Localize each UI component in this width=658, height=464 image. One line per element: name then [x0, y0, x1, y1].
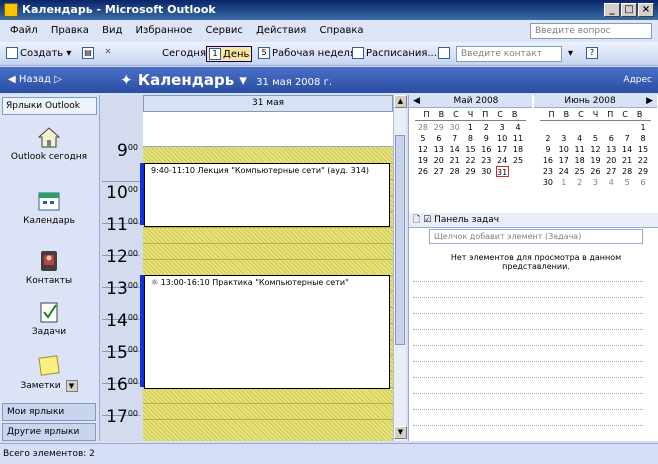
back-button[interactable]: ◀ Назад ▷: [8, 67, 62, 93]
weekday-row: ПВСЧПСВ: [540, 109, 651, 121]
day-column-header[interactable]: 31 мая: [143, 95, 393, 112]
contact-dropdown[interactable]: ▾: [566, 46, 575, 62]
minimize-button[interactable]: _: [604, 3, 620, 17]
calendar-week[interactable]: 5 6 7 8 9 10 11: [409, 133, 532, 144]
new-task-input[interactable]: Щелчок добавит элемент (Задача): [429, 229, 643, 244]
tasks-icon: [40, 302, 58, 323]
delete-icon: ✕: [104, 47, 112, 56]
day-icon: 1: [209, 48, 221, 60]
menu-help[interactable]: Справка: [319, 20, 363, 42]
delete-button[interactable]: ✕: [100, 46, 118, 62]
prev-month-icon[interactable]: ◀: [409, 95, 420, 108]
calendar-week[interactable]: 1: [534, 122, 657, 133]
appointment-practice[interactable]: ☼ 13:00-16:10 Практика "Компьютерные сет…: [140, 275, 390, 389]
mini-calendar-june: Июнь 2008 ▶ ПВСЧПСВ 1 2345678 9 10 11 12 13 14…: [534, 95, 657, 210]
busy-bar: [140, 163, 144, 225]
calendar-week[interactable]: 23 24 25 26 27 28 29: [534, 166, 657, 177]
mini-calendar-may: ◀ Май 2008 ПВСЧПСВ 28 29 30 1 2 3 4 5 6 7 8 9 10 11 1…: [409, 95, 532, 210]
print-button[interactable]: ▤: [80, 46, 98, 62]
calendar-week[interactable]: 19 20 21 22 23 24 25: [409, 155, 532, 166]
weekday-row: ПВСЧПСВ: [415, 109, 526, 121]
shortcut-notes[interactable]: Заметки ▼: [2, 353, 96, 392]
contacts-icon: [41, 251, 57, 271]
maximize-button[interactable]: □: [621, 3, 637, 17]
shortcut-contacts[interactable]: Контакты: [2, 249, 96, 286]
menu-favorites[interactable]: Избранное: [136, 20, 193, 42]
calendar-icon: [38, 192, 60, 211]
new-button[interactable]: Создать ▾: [4, 46, 73, 62]
busy-bar: [140, 275, 144, 387]
workweek-icon: 5: [258, 47, 270, 59]
next-month-icon[interactable]: ▶: [646, 95, 657, 108]
selected-day: 31: [495, 166, 509, 177]
month-name: Май 2008: [453, 96, 499, 106]
home-icon: [37, 127, 61, 148]
menu-bar: Файл Правка Вид Избранное Сервис Действи…: [0, 20, 658, 42]
toolbar: Создать ▾ ▤ ✕ Сегодня 1 День 5 Рабочая нед…: [0, 42, 658, 66]
calendar-week[interactable]: 12 13 14 15 16 17 18: [409, 144, 532, 155]
address-book-icon: [438, 47, 450, 59]
notes-icon: [38, 355, 60, 376]
close-button[interactable]: ×: [638, 3, 654, 17]
day-view: 900 1000 1100 1200 1300 1400 1500 1600 1…: [100, 95, 407, 441]
shortcuts-header[interactable]: Ярлыки Outlook: [2, 97, 97, 115]
scroll-thumb[interactable]: [395, 135, 405, 345]
appointment-lecture[interactable]: 9:40-11:10 Лекция "Компьютерные сети" (а…: [140, 163, 390, 227]
address-book-button[interactable]: [436, 46, 454, 62]
time-column: 900 1000 1100 1200 1300 1400 1500 1600 1…: [100, 95, 143, 441]
menu-view[interactable]: Вид: [102, 20, 122, 42]
calendar-week[interactable]: 28 29 30 1 2 3 4: [409, 122, 532, 133]
shortcut-tasks[interactable]: Задачи: [2, 300, 96, 337]
task-item-icon: 🗋: [413, 215, 421, 225]
new-item-icon: [6, 47, 18, 59]
scroll-down-icon[interactable]: ▼: [394, 426, 407, 439]
help-icon: ?: [586, 47, 598, 59]
all-day-area[interactable]: [143, 112, 393, 147]
calendar-week[interactable]: 26 27 28 29 30 31: [409, 166, 532, 177]
other-shortcuts-button[interactable]: Другие ярлыки: [2, 423, 96, 441]
menu-edit[interactable]: Правка: [51, 20, 89, 42]
window-title: Календарь - Microsoft Outlook: [22, 3, 216, 16]
hour-label: 1700: [106, 407, 138, 427]
calendar-week[interactable]: 2345678: [534, 133, 657, 144]
scroll-up-icon[interactable]: ▲: [394, 95, 407, 108]
shortcut-calendar[interactable]: Календарь: [2, 189, 96, 226]
empty-tasks-message: Нет элементов для просмотра в данном пре…: [450, 253, 622, 271]
menu-actions[interactable]: Действия: [256, 20, 306, 42]
menu-file[interactable]: Файл: [10, 20, 38, 42]
contact-search-input[interactable]: Введите контакт: [456, 46, 562, 62]
calendar-week[interactable]: 9 10 11 12 13 14 15: [534, 144, 657, 155]
taskpad-header: 🗋 ☑ Панель задач: [409, 213, 658, 228]
shortcut-outlook-today[interactable]: Outlook сегодня: [2, 125, 96, 162]
calendar-title-icon: ✦: [120, 71, 133, 89]
navigation-bar: ◀ Назад ▷ ✦ Календарь ▾ 31 мая 2008 г. А…: [0, 67, 658, 93]
my-shortcuts-button[interactable]: Мои ярлыки: [2, 403, 96, 421]
schedule-icon: [352, 47, 364, 59]
calendar-week[interactable]: 16 17 18 19 20 21 22: [534, 155, 657, 166]
day-view-button[interactable]: 1 День: [206, 46, 253, 62]
calendar-week[interactable]: 30 1 2 3 4 5 6: [534, 177, 657, 188]
schedules-button[interactable]: Расписания...: [350, 46, 439, 62]
day-scrollbar[interactable]: ▲ ▼: [393, 95, 407, 441]
hour-label: 900: [102, 141, 140, 182]
address-label[interactable]: Адрес: [623, 67, 652, 93]
right-pane: ◀ Май 2008 ПВСЧПСВ 28 29 30 1 2 3 4 5 6 7 8 9 10 11 1…: [408, 95, 658, 441]
workweek-button[interactable]: 5 Рабочая неделя: [256, 46, 358, 62]
folder-title: ✦ Календарь ▾ 31 мая 2008 г.: [120, 71, 333, 89]
printer-icon: ▤: [82, 47, 94, 59]
month-name: Июнь 2008: [564, 96, 616, 106]
outlook-icon: [4, 3, 18, 17]
status-bar: Всего элементов: 2: [0, 443, 658, 464]
recurrence-icon: ☼: [151, 278, 159, 287]
today-button[interactable]: Сегодня: [160, 46, 208, 62]
help-search-input[interactable]: Введите вопрос: [530, 23, 652, 39]
scroll-down-icon[interactable]: ▼: [65, 380, 78, 392]
help-button[interactable]: ?: [584, 46, 602, 62]
title-bar: Календарь - Microsoft Outlook _ □ ×: [0, 0, 658, 20]
menu-tools[interactable]: Сервис: [206, 20, 243, 42]
time-slots[interactable]: 9:40-11:10 Лекция "Компьютерные сети" (а…: [140, 147, 393, 441]
current-date: 31 мая 2008 г.: [256, 77, 333, 88]
outlook-shortcuts-pane: Ярлыки Outlook Outlook сегодня Календарь…: [0, 95, 100, 441]
task-check-icon[interactable]: ☑: [423, 215, 431, 225]
